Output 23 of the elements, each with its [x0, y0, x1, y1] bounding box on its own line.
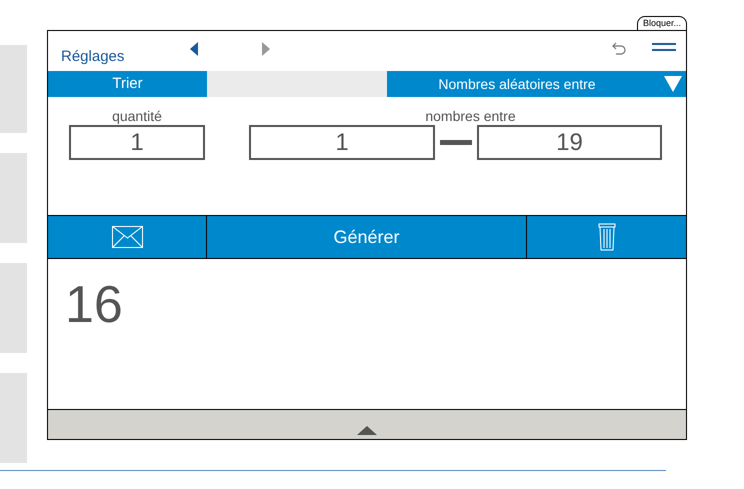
trash-icon — [598, 223, 616, 251]
result-number: 16 — [65, 277, 123, 333]
range-from-field[interactable]: 1 — [249, 125, 435, 160]
undo-icon[interactable] — [612, 41, 626, 57]
range-to-field[interactable]: 19 — [477, 125, 662, 160]
forward-arrow-icon[interactable] — [262, 42, 270, 56]
email-button[interactable] — [48, 216, 207, 258]
lock-tab[interactable]: Bloquer... — [636, 16, 687, 30]
dropdown-triangle-icon — [664, 76, 682, 92]
settings-title[interactable]: Réglages — [61, 46, 124, 68]
quantity-label: quantité — [112, 107, 162, 125]
range-label: nombres entre — [424, 107, 517, 125]
sort-tab[interactable]: Trier — [48, 71, 207, 97]
mode-dropdown[interactable]: Nombres aléatoires entre — [387, 71, 686, 97]
menu-icon[interactable] — [652, 43, 676, 52]
up-triangle-icon — [357, 426, 377, 435]
envelope-icon — [112, 226, 142, 248]
back-arrow-icon[interactable] — [190, 42, 198, 56]
generate-button[interactable]: Générer — [207, 216, 527, 258]
bottom-drawer-bar[interactable] — [48, 409, 686, 439]
delete-button[interactable] — [527, 216, 686, 258]
quantity-field[interactable]: 1 — [69, 125, 205, 160]
range-dash — [440, 140, 472, 145]
